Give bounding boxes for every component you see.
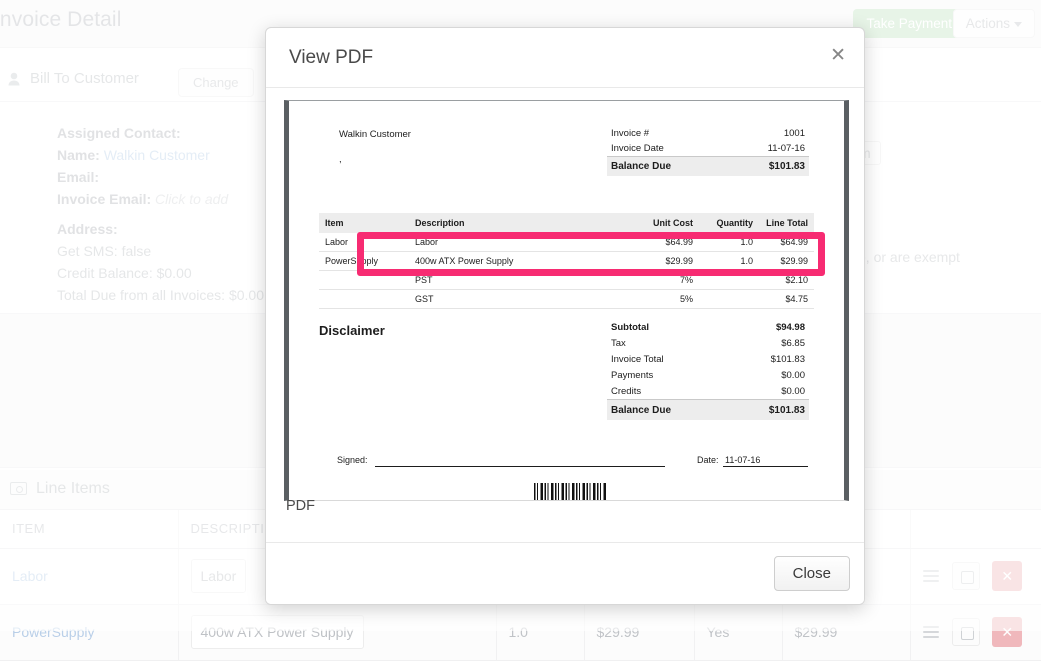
- pdf-item: [319, 290, 409, 309]
- totals-label: Payments: [607, 367, 729, 383]
- pdf-description: 400w ATX Power Supply: [409, 252, 624, 271]
- totals-row: Invoice Total $101.83: [607, 351, 809, 367]
- pdf-line-total: $2.10: [759, 271, 814, 290]
- totals-row: Tax $6.85: [607, 335, 809, 351]
- date-line: [723, 466, 808, 467]
- pdf-customer-address: ,: [339, 154, 342, 165]
- meta-value: 1001: [728, 126, 809, 141]
- pdf-quantity: 1.0: [699, 233, 759, 252]
- pdf-customer-name: Walkin Customer: [339, 129, 411, 140]
- date-label: Date:: [697, 455, 719, 465]
- totals-balance-row: Balance Due $101.83: [607, 400, 809, 421]
- pdf-viewer[interactable]: Walkin Customer , Invoice # 1001 Invoice…: [284, 100, 849, 501]
- pdf-quantity: [699, 271, 759, 290]
- pdf-meta-table: Invoice # 1001 Invoice Date 11-07-16 Bal…: [607, 126, 809, 176]
- totals-value: $0.00: [729, 367, 809, 383]
- totals-value: $94.98: [729, 319, 809, 335]
- pdf-line-total: $29.99: [759, 252, 814, 271]
- totals-row: Payments $0.00: [607, 367, 809, 383]
- pdf-totals-table: Subtotal $94.98 Tax $6.85 Invoice Total …: [607, 319, 809, 420]
- modal-footer: Close: [266, 542, 864, 604]
- totals-label: Credits: [607, 383, 729, 400]
- modal-body: Walkin Customer , Invoice # 1001 Invoice…: [266, 88, 864, 543]
- date-value: 11-07-16: [725, 455, 760, 465]
- meta-label: Invoice Date: [607, 141, 728, 157]
- totals-balance-label: Balance Due: [607, 400, 729, 421]
- totals-value: $0.00: [729, 383, 809, 400]
- pdf-line-total: $4.75: [759, 290, 814, 309]
- pdf-file-label: PDF: [286, 498, 315, 514]
- meta-label: Invoice #: [607, 126, 728, 141]
- pdf-item-row: PST 7% $2.10: [319, 271, 814, 290]
- pdf-unit-cost: $64.99: [624, 233, 699, 252]
- pdf-description: GST: [409, 290, 624, 309]
- pdf-unit-cost: 5%: [624, 290, 699, 309]
- close-button[interactable]: Close: [774, 556, 850, 591]
- pdf-quantity: 1.0: [699, 252, 759, 271]
- pdf-column-quantity: Quantity: [699, 213, 759, 233]
- totals-label: Tax: [607, 335, 729, 351]
- meta-value: 11-07-16: [728, 141, 809, 157]
- meta-row: Invoice # 1001: [607, 126, 809, 141]
- balance-due-value: $101.83: [728, 157, 809, 177]
- signed-label: Signed:: [337, 455, 368, 465]
- pdf-column-unit-cost: Unit Cost: [624, 213, 699, 233]
- pdf-item-row: PowerSupply 400w ATX Power Supply $29.99…: [319, 252, 814, 271]
- pdf-item: Labor: [319, 233, 409, 252]
- pdf-item-row: Labor Labor $64.99 1.0 $64.99: [319, 233, 814, 252]
- pdf-item-row: GST 5% $4.75: [319, 290, 814, 309]
- pdf-item: PowerSupply: [319, 252, 409, 271]
- totals-row: Subtotal $94.98: [607, 319, 809, 335]
- totals-row: Credits $0.00: [607, 383, 809, 400]
- close-icon[interactable]: ✕: [830, 45, 846, 67]
- pdf-quantity: [699, 290, 759, 309]
- totals-label: Subtotal: [607, 319, 729, 335]
- barcode-image: [534, 483, 606, 500]
- signature-line: [375, 466, 665, 467]
- pdf-balance-due-row: Balance Due $101.83: [607, 157, 809, 177]
- view-pdf-modal: View PDF ✕ Walkin Customer , Invoice # 1…: [265, 27, 865, 605]
- pdf-column-description: Description: [409, 213, 624, 233]
- balance-due-label: Balance Due: [607, 157, 728, 177]
- pdf-column-line-total: Line Total: [759, 213, 814, 233]
- meta-row: Invoice Date 11-07-16: [607, 141, 809, 157]
- totals-value: $101.83: [729, 351, 809, 367]
- pdf-disclaimer-heading: Disclaimer: [319, 323, 385, 338]
- pdf-description: Labor: [409, 233, 624, 252]
- modal-title: View PDF: [289, 47, 373, 69]
- pdf-document: Walkin Customer , Invoice # 1001 Invoice…: [289, 101, 844, 500]
- modal-header: View PDF ✕: [266, 28, 864, 88]
- totals-value: $6.85: [729, 335, 809, 351]
- pdf-line-total: $64.99: [759, 233, 814, 252]
- pdf-unit-cost: 7%: [624, 271, 699, 290]
- pdf-column-item: Item: [319, 213, 409, 233]
- pdf-items-table: Item Description Unit Cost Quantity Line…: [319, 213, 814, 309]
- pdf-items-header-row: Item Description Unit Cost Quantity Line…: [319, 213, 814, 233]
- totals-label: Invoice Total: [607, 351, 729, 367]
- pdf-description: PST: [409, 271, 624, 290]
- pdf-unit-cost: $29.99: [624, 252, 699, 271]
- pdf-item: [319, 271, 409, 290]
- totals-balance-value: $101.83: [729, 400, 809, 421]
